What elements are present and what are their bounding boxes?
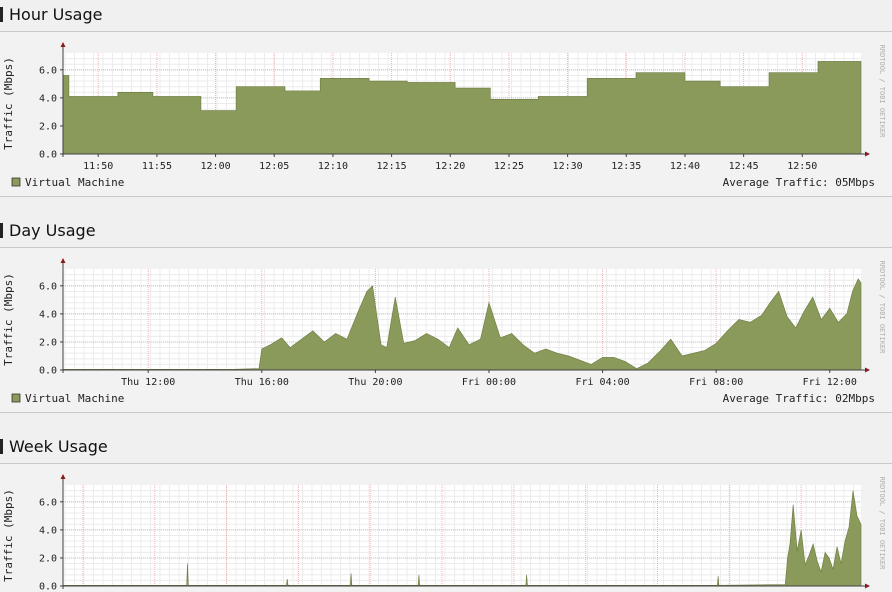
y-tick-label: 6.0 xyxy=(39,65,57,76)
x-axis-arrow xyxy=(865,368,870,373)
hour-usage-title-text: Hour Usage xyxy=(9,5,102,24)
x-tick-label: 12:25 xyxy=(494,161,524,172)
day-usage-panel: 0.0 2.0 4.0 6.0 Thu 12:00 Thu 16:00 Thu 20:00 F… xyxy=(0,247,892,413)
legend-swatch xyxy=(12,178,20,186)
hour-usage-panel: 0.0 2.0 4.0 6.0 11:50 11:55 12:00 12:05 12:10 12:… xyxy=(0,31,892,197)
y-tick-label: 0.0 xyxy=(39,150,57,161)
y-axis-label: Traffic (Mbps) xyxy=(2,273,15,366)
rrdtool-watermark: RRDTOOL / TOBI OETIKER xyxy=(878,261,886,355)
week-usage-chart: 0.0 2.0 4.0 6.0 Traffic (Mbps) RRDTOOL / TOBI… xyxy=(0,464,892,592)
y-tick-label: 0.0 xyxy=(39,582,57,592)
y-tick-label: 6.0 xyxy=(39,497,57,508)
week-usage-title-text: Week Usage xyxy=(9,437,108,456)
section-marker xyxy=(0,223,3,238)
y-axis-arrow xyxy=(61,258,66,263)
x-tick-label: 12:50 xyxy=(787,161,817,172)
legend: Virtual Machine xyxy=(12,392,124,405)
y-tick-label: 4.0 xyxy=(39,93,57,104)
x-axis-arrow xyxy=(865,152,870,157)
day-usage-title-text: Day Usage xyxy=(9,221,96,240)
x-tick-label: 11:55 xyxy=(142,161,172,172)
x-tick-label: 12:05 xyxy=(259,161,289,172)
day-usage-title: Day Usage xyxy=(0,219,96,243)
x-tick-label: 12:10 xyxy=(318,161,348,172)
hour-usage-chart: 0.0 2.0 4.0 6.0 11:50 11:55 12:00 12:05 12:10 12:… xyxy=(0,32,892,198)
section-marker xyxy=(0,439,3,454)
legend-swatch xyxy=(12,394,20,402)
y-axis-arrow xyxy=(61,474,66,479)
x-tick-label: Thu 12:00 xyxy=(121,377,175,388)
x-tick-label: Fri 00:00 xyxy=(462,377,516,388)
average-traffic: Average Traffic: 05Mbps xyxy=(723,176,875,189)
y-tick-label: 4.0 xyxy=(39,309,57,320)
x-tick-label: 11:50 xyxy=(83,161,113,172)
x-tick-label: Thu 20:00 xyxy=(348,377,402,388)
y-tick-label: 4.0 xyxy=(39,525,57,536)
y-axis-label: Traffic (Mbps) xyxy=(2,489,15,582)
x-tick-label: 12:15 xyxy=(377,161,407,172)
x-tick-label: Thu 16:00 xyxy=(235,377,289,388)
x-tick-label: Fri 08:00 xyxy=(689,377,743,388)
rrdtool-watermark: RRDTOOL / TOBI OETIKER xyxy=(878,477,886,571)
x-tick-label: 12:30 xyxy=(553,161,583,172)
week-usage-panel: 0.0 2.0 4.0 6.0 Traffic (Mbps) RRDTOOL / TOBI… xyxy=(0,463,892,591)
rrdtool-watermark: RRDTOOL / TOBI OETIKER xyxy=(878,45,886,139)
section-marker xyxy=(0,7,3,22)
x-tick-label: 12:45 xyxy=(729,161,759,172)
x-tick-label: 12:20 xyxy=(435,161,465,172)
y-axis-label: Traffic (Mbps) xyxy=(2,57,15,150)
legend: Virtual Machine xyxy=(12,176,124,189)
x-tick-label: 12:00 xyxy=(201,161,231,172)
day-usage-chart: 0.0 2.0 4.0 6.0 Thu 12:00 Thu 16:00 Thu 20:00 F… xyxy=(0,248,892,414)
legend-label: Virtual Machine xyxy=(25,392,124,405)
hour-usage-title: Hour Usage xyxy=(0,3,102,27)
y-tick-label: 6.0 xyxy=(39,281,57,292)
x-axis-arrow xyxy=(865,584,870,589)
x-tick-label: Fri 04:00 xyxy=(575,377,629,388)
x-tick-label: 12:40 xyxy=(670,161,700,172)
week-usage-title: Week Usage xyxy=(0,435,108,459)
y-tick-label: 2.0 xyxy=(39,121,57,132)
average-traffic: Average Traffic: 02Mbps xyxy=(723,392,875,405)
x-tick-label: 12:35 xyxy=(611,161,641,172)
x-tick-label: Fri 12:00 xyxy=(803,377,857,388)
y-tick-label: 2.0 xyxy=(39,553,57,564)
y-axis-arrow xyxy=(61,42,66,47)
y-tick-label: 0.0 xyxy=(39,366,57,377)
y-tick-label: 2.0 xyxy=(39,337,57,348)
legend-label: Virtual Machine xyxy=(25,176,124,189)
